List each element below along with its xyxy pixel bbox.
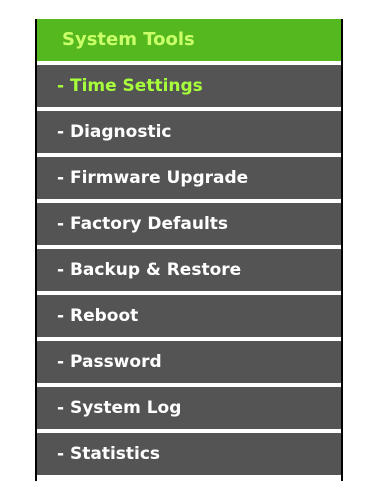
menu-item-backup-restore[interactable]: - Backup & Restore bbox=[37, 249, 341, 291]
menu-item-firmware-upgrade[interactable]: - Firmware Upgrade bbox=[37, 157, 341, 199]
system-tools-menu: System Tools - Time Settings - Diagnosti… bbox=[35, 19, 343, 481]
menu-item-system-log[interactable]: - System Log bbox=[37, 387, 341, 429]
menu-item-factory-defaults[interactable]: - Factory Defaults bbox=[37, 203, 341, 245]
menu-item-password[interactable]: - Password bbox=[37, 341, 341, 383]
menu-item-statistics[interactable]: - Statistics bbox=[37, 433, 341, 475]
menu-item-diagnostic[interactable]: - Diagnostic bbox=[37, 111, 341, 153]
menu-header-system-tools[interactable]: System Tools bbox=[37, 19, 341, 61]
menu-item-time-settings[interactable]: - Time Settings bbox=[37, 65, 341, 107]
menu-item-reboot[interactable]: - Reboot bbox=[37, 295, 341, 337]
